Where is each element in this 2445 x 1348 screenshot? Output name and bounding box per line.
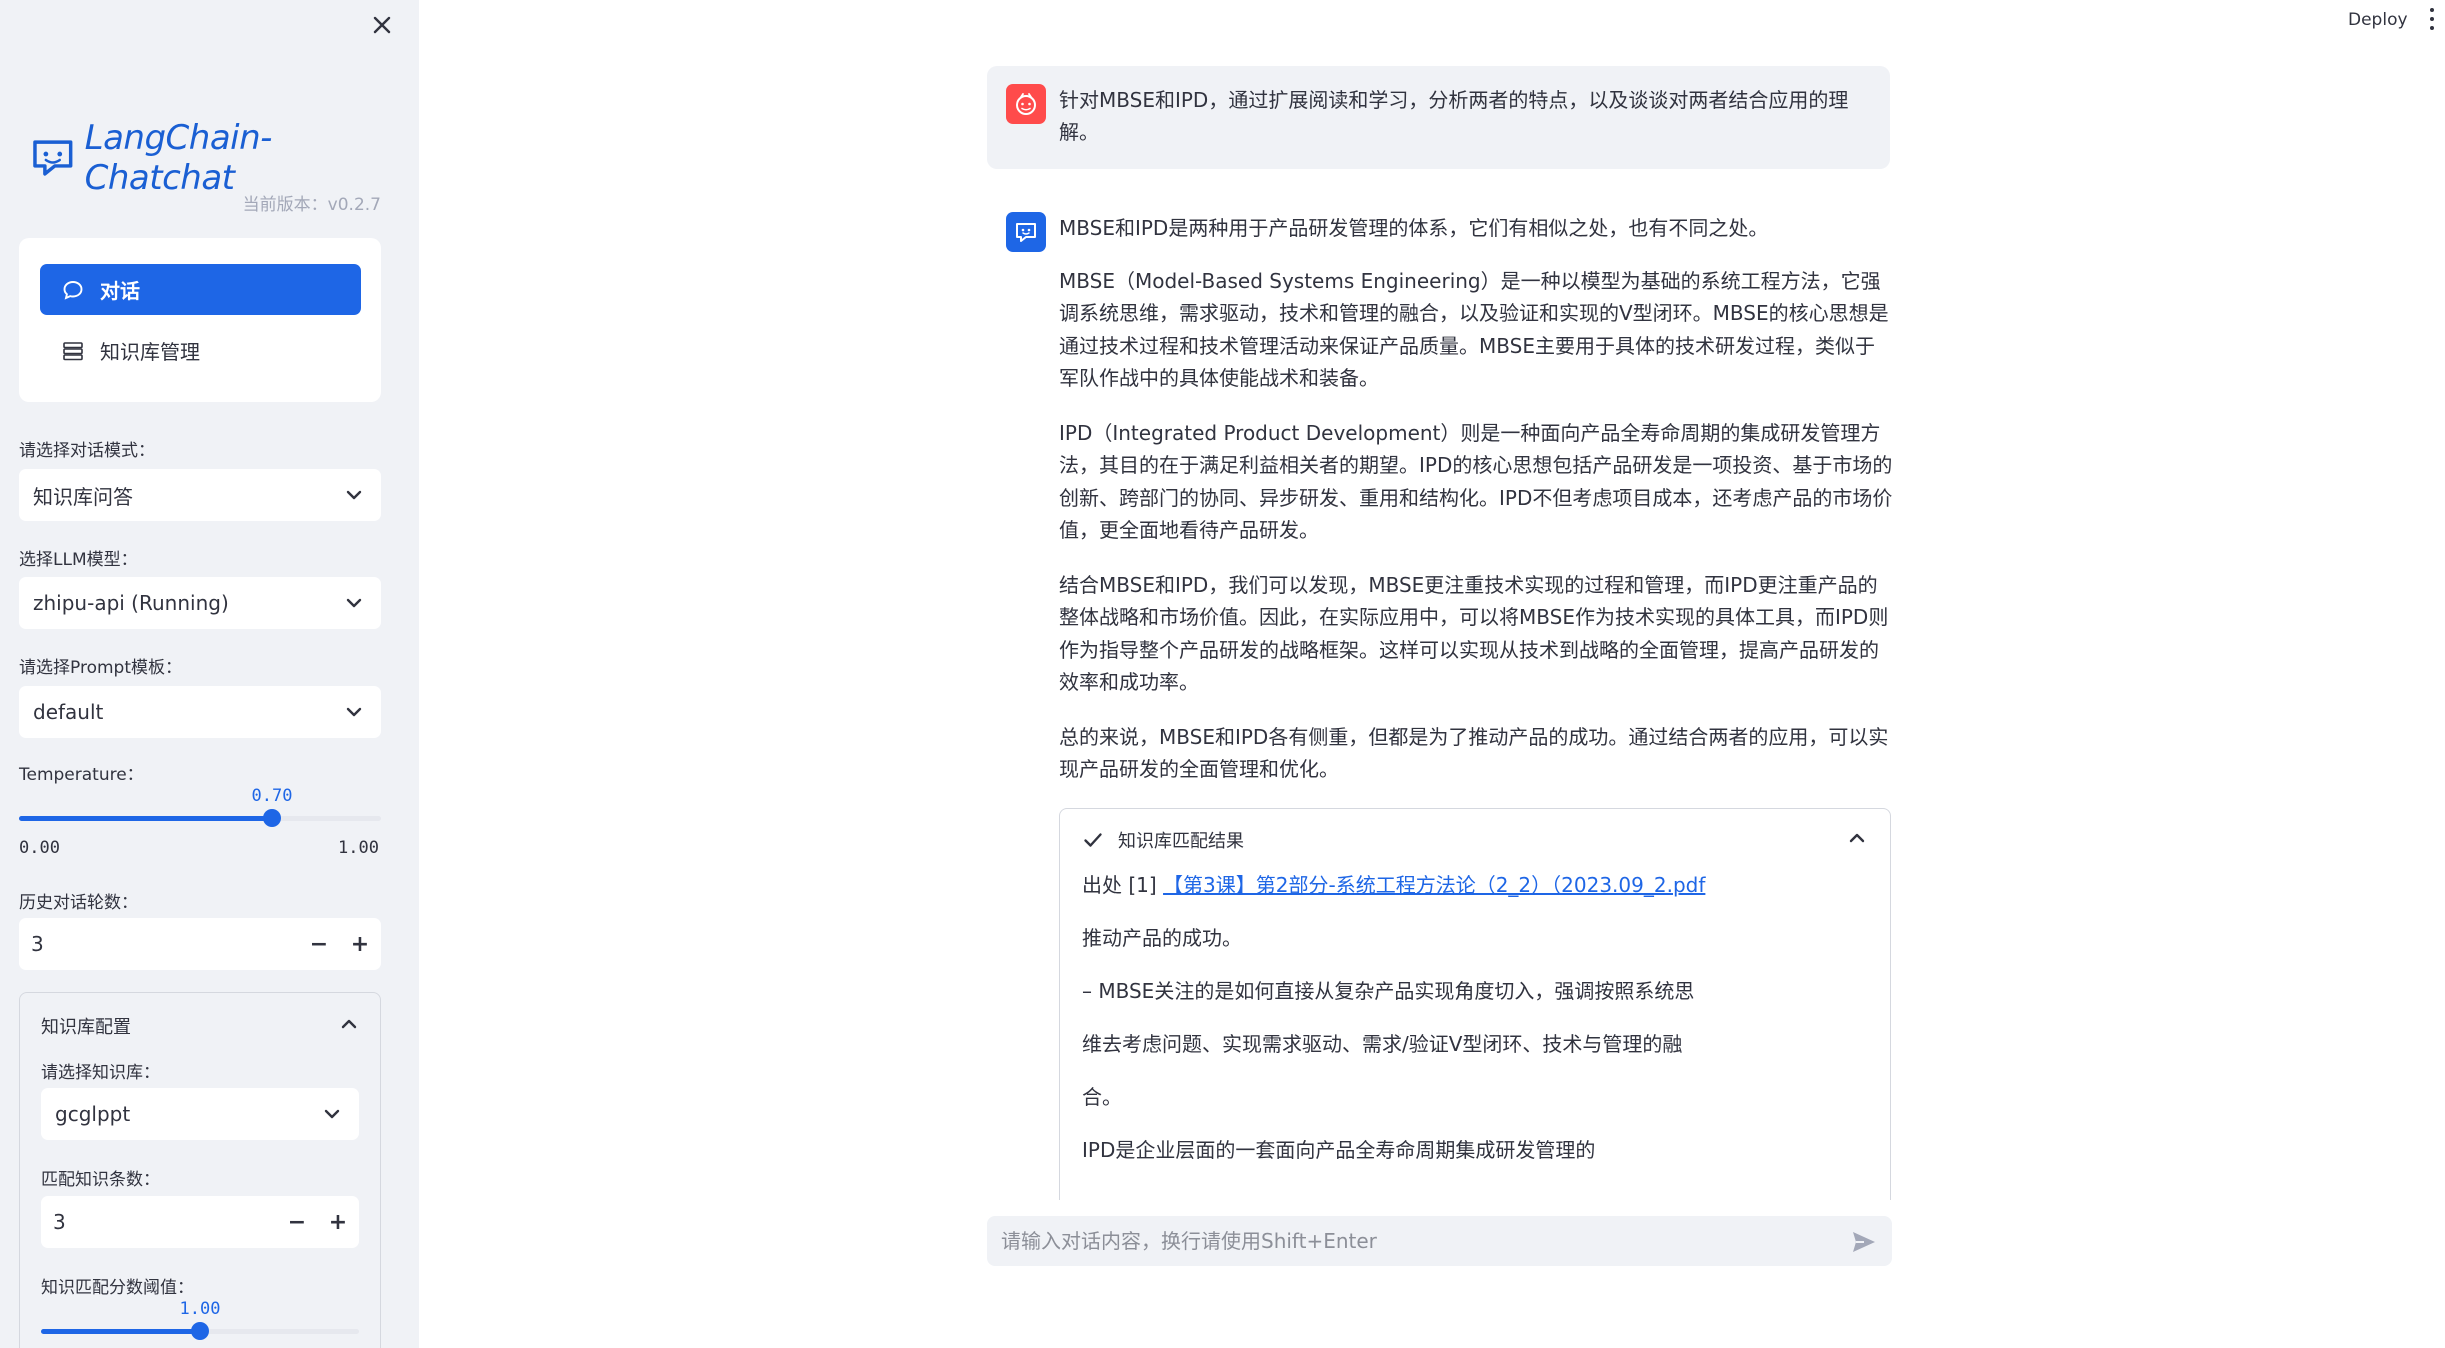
llm-model-select[interactable]: zhipu-api (Running) <box>19 577 381 629</box>
version-label: 当前版本：v0.2.7 <box>242 195 381 215</box>
assistant-paragraph: MBSE（Model-Based Systems Engineering）是一种… <box>1059 268 1889 391</box>
llm-model-value: zhipu-api (Running) <box>33 591 229 615</box>
temperature-value: 0.70 <box>251 786 293 806</box>
kb-result-body: 出处 [1] 【第3课】第2部分-系统工程方法论（2_2）（2023.09_2.… <box>1082 869 1862 1187</box>
match-count-value: 3 <box>53 1210 66 1234</box>
sidebar: LangChain-Chatchat 当前版本：v0.2.7 对话 知识库管理 … <box>0 0 419 1348</box>
temperature-label: Temperature： <box>19 765 144 785</box>
temperature-slider-fill <box>19 816 272 821</box>
score-threshold-slider-thumb[interactable] <box>191 1322 209 1340</box>
match-count-increment-button[interactable]: + <box>321 1205 355 1239</box>
temperature-slider[interactable] <box>19 809 381 827</box>
kb-result-line: 推动产品的成功。 <box>1082 926 1242 950</box>
assistant-avatar <box>1006 212 1046 252</box>
assistant-paragraph: IPD（Integrated Product Development）则是一种面… <box>1059 420 1893 543</box>
history-rounds-decrement-button[interactable]: − <box>302 927 336 961</box>
history-rounds-label: 历史对话轮数： <box>19 893 138 913</box>
chat-bubble-icon <box>62 279 84 301</box>
temperature-min: 0.00 <box>19 838 60 858</box>
nav-item-chat[interactable]: 对话 <box>40 264 361 315</box>
chevron-up-icon[interactable] <box>338 1013 360 1035</box>
kb-select-value: gcglppt <box>55 1102 131 1126</box>
source-prefix: 出处 [1] <box>1082 873 1164 897</box>
kb-select[interactable]: gcglppt <box>41 1088 359 1140</box>
dialogue-mode-select[interactable]: 知识库问答 <box>19 469 381 521</box>
temperature-max: 1.00 <box>338 838 379 858</box>
kebab-dot <box>2430 25 2434 30</box>
kb-result-line: 合。 <box>1082 1085 1122 1109</box>
nav-item-chat-label: 对话 <box>100 279 140 303</box>
history-rounds-value: 3 <box>31 932 44 956</box>
logo-text: LangChain-Chatchat <box>84 118 273 198</box>
score-threshold-slider-fill <box>41 1329 200 1334</box>
match-count-decrement-button[interactable]: − <box>280 1205 314 1239</box>
main-menu-button[interactable] <box>2425 6 2439 32</box>
kb-result-expander: 知识库匹配结果 出处 [1] 【第3课】第2部分-系统工程方法论（2_2）（20… <box>1059 808 1891 1200</box>
kebab-dot <box>2430 16 2434 21</box>
bot-chat-icon <box>1016 223 1036 242</box>
nav-item-kb-management-label: 知识库管理 <box>100 340 200 364</box>
prompt-template-select[interactable]: default <box>19 686 381 738</box>
prompt-template-value: default <box>33 700 104 724</box>
close-icon <box>373 16 391 34</box>
llm-model-label: 选择LLM模型： <box>19 550 138 570</box>
match-count-stepper[interactable]: 3 − + <box>41 1196 359 1248</box>
source-link[interactable]: 【第3课】第2部分-系统工程方法论（2_2）（2023.09_2.pdf <box>1163 873 1705 897</box>
send-icon[interactable] <box>1850 1228 1878 1256</box>
assistant-paragraph: 结合MBSE和IPD，我们可以发现，MBSE更注重技术实现的过程和管理，而IPD… <box>1059 572 1889 695</box>
deploy-button[interactable]: Deploy <box>2348 10 2408 30</box>
chat-input-bar <box>987 1216 1892 1266</box>
dialogue-mode-value: 知识库问答 <box>33 484 133 509</box>
chevron-down-icon <box>346 598 362 608</box>
assistant-paragraph: 总的来说，MBSE和IPD各有侧重，但都是为了推动产品的成功。通过结合两者的应用… <box>1059 724 1889 782</box>
user-message-text: 针对MBSE和IPD，通过扩展阅读和学习，分析两者的特点，以及谈谈对两者结合应用… <box>1059 88 1849 144</box>
score-threshold-slider[interactable] <box>41 1322 359 1340</box>
score-threshold-label: 知识匹配分数阈值： <box>41 1278 194 1298</box>
kb-result-header[interactable]: 知识库匹配结果 <box>1082 827 1244 853</box>
chevron-down-icon <box>324 1109 340 1119</box>
kb-result-line: – MBSE关注的是如何直接从复杂产品实现角度切入，强调按照系统思 <box>1082 979 1695 1003</box>
match-count-label: 匹配知识条数： <box>41 1170 160 1190</box>
score-threshold-value: 1.00 <box>179 1299 221 1319</box>
database-icon <box>62 340 84 362</box>
history-rounds-stepper[interactable]: 3 − + <box>19 918 381 970</box>
temperature-slider-thumb[interactable] <box>263 809 281 827</box>
kb-config-expander: 知识库配置 请选择知识库： gcglppt 匹配知识条数： 3 − + 知识匹配… <box>19 992 381 1348</box>
nav-menu: 对话 知识库管理 <box>19 238 381 402</box>
user-face-icon <box>1016 93 1036 115</box>
check-icon <box>1084 833 1102 847</box>
dialogue-mode-label: 请选择对话模式： <box>19 441 155 461</box>
chat-logo-icon <box>33 140 73 176</box>
chevron-down-icon <box>346 490 362 500</box>
kb-select-label: 请选择知识库： <box>41 1063 160 1083</box>
assistant-message: MBSE和IPD是两种用于产品研发管理的体系，它们有相似之处，也有不同之处。 M… <box>1059 212 1893 808</box>
chevron-up-icon[interactable] <box>1846 827 1868 849</box>
kb-result-line: IPD是企业层面的一套面向产品全寿命周期集成研发管理的 <box>1082 1138 1596 1162</box>
kb-config-title[interactable]: 知识库配置 <box>41 1013 131 1039</box>
assistant-paragraph: MBSE和IPD是两种用于产品研发管理的体系，它们有相似之处，也有不同之处。 <box>1059 216 1769 240</box>
kb-result-title: 知识库匹配结果 <box>1118 831 1244 852</box>
close-sidebar-button[interactable] <box>363 6 401 44</box>
prompt-template-label: 请选择Prompt模板： <box>19 658 182 678</box>
nav-item-kb-management[interactable]: 知识库管理 <box>40 325 361 376</box>
app-logo: LangChain-Chatchat <box>31 118 419 198</box>
history-rounds-increment-button[interactable]: + <box>343 927 377 961</box>
chevron-down-icon <box>346 707 362 717</box>
source-line: 出处 [1] 【第3课】第2部分-系统工程方法论（2_2）（2023.09_2.… <box>1082 869 1862 922</box>
chat-input[interactable] <box>1001 1216 1821 1266</box>
kebab-dot <box>2430 8 2434 13</box>
user-avatar <box>1006 84 1046 124</box>
kb-result-line: 维去考虑问题、实现需求驱动、需求/验证V型闭环、技术与管理的融 <box>1082 1032 1683 1056</box>
